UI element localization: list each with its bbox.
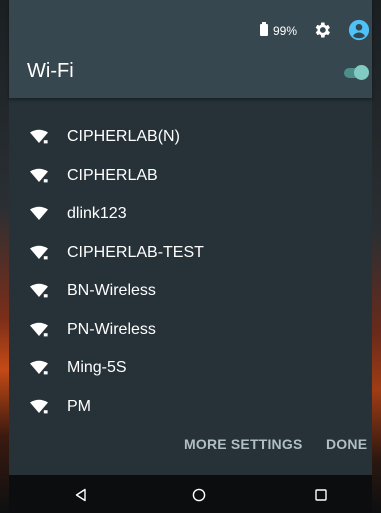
wifi-network-item[interactable]: Ming-5S (9, 349, 372, 388)
wifi-toggle[interactable] (344, 65, 369, 80)
wifi-network-name: dlink123 (67, 205, 127, 222)
wifi-network-item[interactable]: CIPHERLAB (9, 157, 372, 196)
wifi-network-item[interactable]: CIPHERLAB(N) (9, 118, 372, 157)
battery-icon (260, 22, 268, 36)
wallpaper-right-edge (372, 0, 381, 513)
home-icon[interactable] (192, 488, 206, 502)
back-icon[interactable] (74, 488, 88, 502)
wifi-network-name: BN-Wireless (67, 282, 156, 299)
wifi-network-name: CIPHERLAB-TEST (67, 243, 204, 261)
account-icon[interactable] (348, 19, 370, 41)
wallpaper-left-edge (0, 0, 9, 513)
wifi-locked-icon (30, 245, 48, 260)
wifi-network-list: CIPHERLAB(N) CIPHERLAB dlink123 CIPHERLA… (9, 118, 372, 426)
wifi-locked-icon (30, 168, 48, 183)
wifi-locked-icon (30, 322, 48, 337)
toggle-thumb (354, 65, 369, 80)
wifi-network-item[interactable]: BN-Wireless (9, 272, 372, 311)
wifi-quick-panel: 99% Wi-Fi CIPHERLAB(N) CIPHERLAB dlink12… (9, 0, 372, 475)
gear-icon[interactable] (312, 20, 332, 40)
navigation-bar (9, 475, 372, 513)
wifi-locked-icon (30, 129, 48, 144)
wifi-network-item[interactable]: PN-Wireless (9, 311, 372, 350)
wifi-network-item[interactable]: CIPHERLAB-TEST (9, 234, 372, 273)
wifi-locked-icon (30, 283, 48, 298)
wifi-network-name: PN-Wireless (67, 320, 156, 338)
panel-header: 99% Wi-Fi (9, 0, 372, 98)
wifi-locked-icon (30, 360, 48, 375)
recents-icon[interactable] (315, 489, 327, 501)
wifi-locked-icon (30, 399, 48, 414)
wifi-open-icon (30, 206, 48, 220)
wifi-network-name: PM (67, 397, 91, 415)
wifi-network-name: CIPHERLAB (67, 166, 158, 184)
wifi-network-item[interactable]: PM (9, 388, 372, 427)
panel-title: Wi-Fi (27, 60, 74, 82)
wifi-network-name: Ming-5S (67, 359, 127, 376)
done-button[interactable]: DONE (326, 436, 367, 452)
wifi-network-name: CIPHERLAB(N) (67, 128, 180, 145)
panel-actions: MORE SETTINGS DONE (9, 436, 372, 456)
more-settings-button[interactable]: MORE SETTINGS (184, 436, 303, 452)
battery-percentage: 99% (273, 24, 298, 38)
status-bar: 99% (9, 16, 372, 46)
wifi-network-item[interactable]: dlink123 (9, 195, 372, 234)
